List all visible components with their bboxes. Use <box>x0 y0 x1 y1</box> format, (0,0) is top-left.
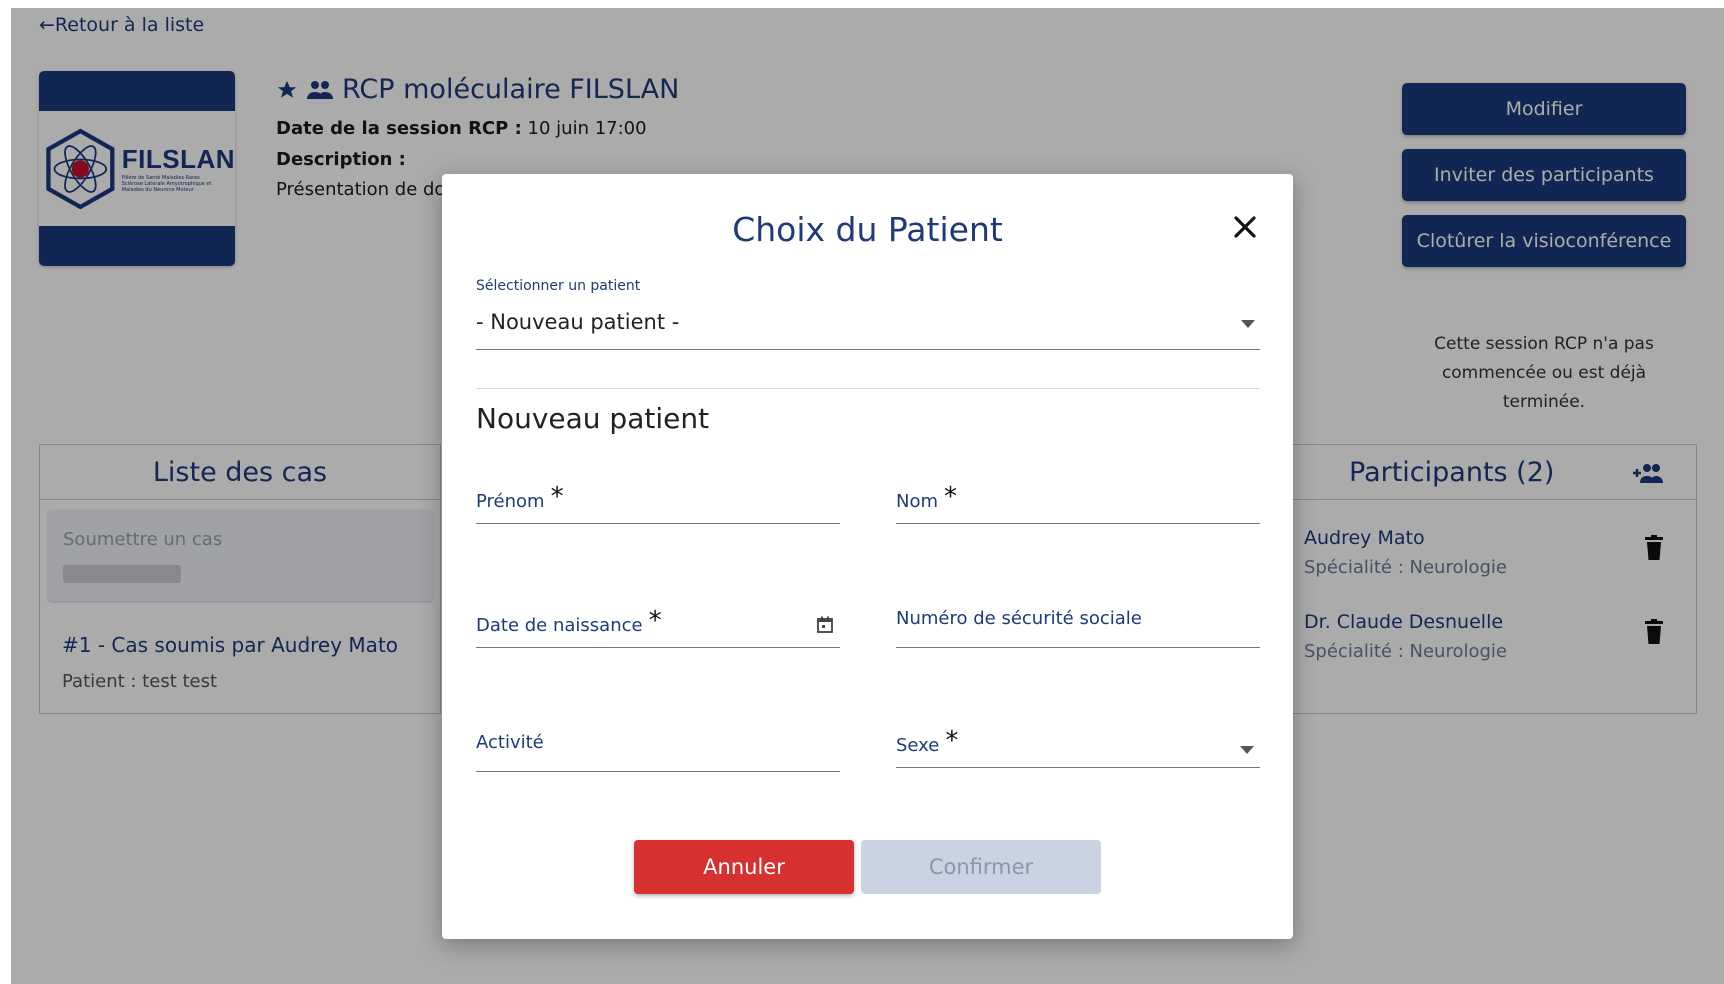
modal-divider <box>476 388 1260 389</box>
confirm-button[interactable]: Confirmer <box>861 840 1101 894</box>
patient-select-label: Sélectionner un patient <box>476 278 641 294</box>
first-name-label: Prénom * <box>476 482 564 512</box>
ssn-label: Numéro de sécurité sociale <box>896 608 1142 629</box>
patient-select[interactable]: Sélectionner un patient - Nouveau patien… <box>476 278 1260 350</box>
close-icon[interactable] <box>1232 214 1258 240</box>
required-mark: * <box>945 726 959 756</box>
birth-date-label: Date de naissance * <box>476 606 662 636</box>
patient-select-value: - Nouveau patient - <box>476 310 680 334</box>
last-name-field[interactable]: Nom * <box>896 476 1260 524</box>
new-patient-heading: Nouveau patient <box>476 402 710 435</box>
ssn-field[interactable]: Numéro de sécurité sociale <box>896 600 1260 648</box>
chevron-down-icon <box>1240 746 1254 754</box>
modal-title: Choix du Patient <box>732 210 1003 249</box>
chevron-down-icon <box>1241 320 1255 328</box>
calendar-icon[interactable] <box>816 616 834 634</box>
required-mark: * <box>944 482 958 512</box>
required-mark: * <box>550 482 564 512</box>
activity-label: Activité <box>476 732 544 753</box>
first-name-field[interactable]: Prénom * <box>476 476 840 524</box>
last-name-label: Nom * <box>896 482 958 512</box>
activity-field[interactable]: Activité <box>476 724 840 772</box>
required-mark: * <box>648 606 662 636</box>
birth-date-field[interactable]: Date de naissance * <box>476 600 840 648</box>
sex-select[interactable]: Sexe * <box>896 720 1260 768</box>
sex-label: Sexe * <box>896 726 959 756</box>
cancel-button[interactable]: Annuler <box>634 840 854 894</box>
patient-choice-modal: Choix du Patient Sélectionner un patient… <box>442 174 1293 939</box>
